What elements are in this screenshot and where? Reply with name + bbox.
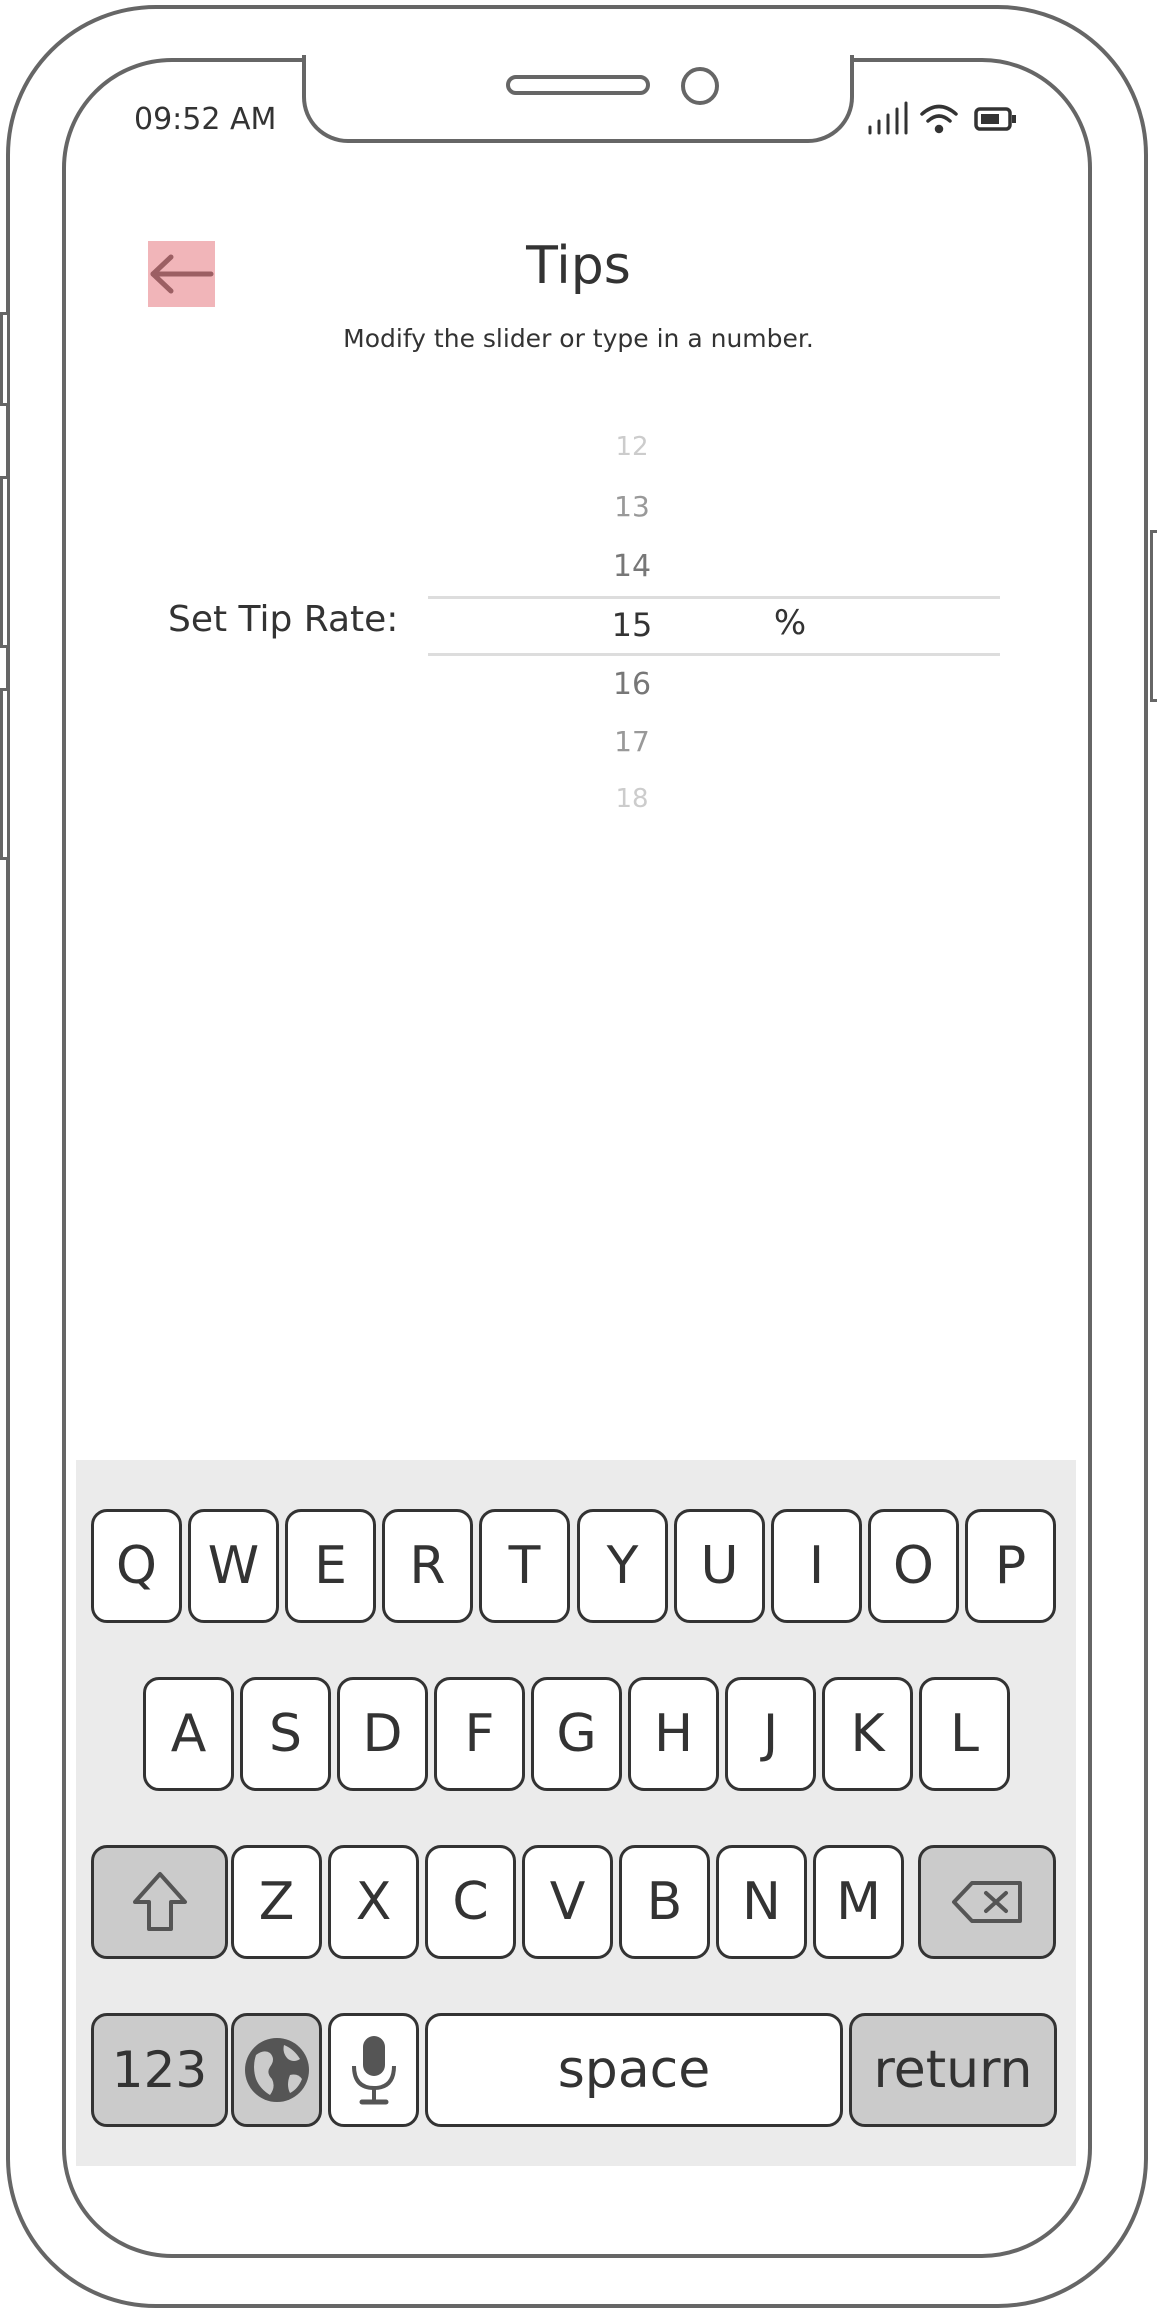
picker-selection-line-top (428, 596, 1000, 599)
key-w[interactable]: W (188, 1509, 279, 1623)
tip-rate-option[interactable]: 17 (560, 725, 704, 758)
key-x[interactable]: X (328, 1845, 419, 1959)
key-u[interactable]: U (674, 1509, 765, 1623)
key-d[interactable]: D (337, 1677, 428, 1791)
microphone-icon (351, 2036, 396, 2105)
key-q[interactable]: Q (91, 1509, 182, 1623)
key-o[interactable]: O (868, 1509, 959, 1623)
key-f[interactable]: F (434, 1677, 525, 1791)
key-n[interactable]: N (716, 1845, 807, 1959)
shift-arrow-icon (132, 1872, 187, 1931)
return-key[interactable]: return (849, 2013, 1057, 2127)
globe-key[interactable] (231, 2013, 322, 2127)
numbers-key[interactable]: 123 (91, 2013, 228, 2127)
tip-rate-label: Set Tip Rate: (168, 599, 399, 640)
globe-icon (244, 2038, 309, 2102)
key-p[interactable]: P (965, 1509, 1056, 1623)
key-y[interactable]: Y (577, 1509, 668, 1623)
status-icons (866, 100, 1056, 140)
side-button-volume-down (0, 688, 10, 860)
page-subtitle: Modify the slider or type in a number. (343, 324, 814, 353)
key-z[interactable]: Z (231, 1845, 322, 1959)
key-i[interactable]: I (771, 1509, 862, 1623)
battery-icon (974, 107, 1016, 131)
tip-unit-label: % (773, 603, 807, 643)
delete-key[interactable] (918, 1845, 1056, 1959)
key-m[interactable]: M (813, 1845, 904, 1959)
notch (302, 55, 854, 143)
key-t[interactable]: T (479, 1509, 570, 1623)
space-key[interactable]: space (425, 2013, 843, 2127)
key-e[interactable]: E (285, 1509, 376, 1623)
key-v[interactable]: V (522, 1845, 613, 1959)
tip-rate-option[interactable]: 16 (560, 667, 704, 702)
key-c[interactable]: C (425, 1845, 516, 1959)
picker-selection-line-bottom (428, 653, 1000, 656)
cellular-signal-icon (868, 101, 908, 135)
side-button-power (1150, 530, 1157, 702)
key-a[interactable]: A (143, 1677, 234, 1791)
key-k[interactable]: K (822, 1677, 913, 1791)
side-button-volume-up (0, 476, 10, 648)
status-time: 09:52 AM (134, 102, 277, 137)
page-title: Tips (526, 236, 631, 296)
key-j[interactable]: J (725, 1677, 816, 1791)
shift-key[interactable] (91, 1845, 228, 1959)
key-r[interactable]: R (382, 1509, 473, 1623)
front-camera (681, 67, 719, 105)
key-g[interactable]: G (531, 1677, 622, 1791)
microphone-key[interactable] (328, 2013, 419, 2127)
tip-rate-selected[interactable]: 15 (560, 606, 704, 644)
tip-rate-option[interactable]: 13 (560, 490, 704, 523)
key-b[interactable]: B (619, 1845, 710, 1959)
tip-rate-option[interactable]: 14 (560, 549, 704, 584)
key-s[interactable]: S (240, 1677, 331, 1791)
key-l[interactable]: L (919, 1677, 1010, 1791)
backspace-icon (952, 1881, 1022, 1923)
tip-rate-option[interactable]: 12 (560, 432, 704, 462)
key-h[interactable]: H (628, 1677, 719, 1791)
wifi-icon (920, 104, 958, 134)
tip-rate-option[interactable]: 18 (560, 784, 704, 814)
speaker-grille (506, 75, 650, 95)
